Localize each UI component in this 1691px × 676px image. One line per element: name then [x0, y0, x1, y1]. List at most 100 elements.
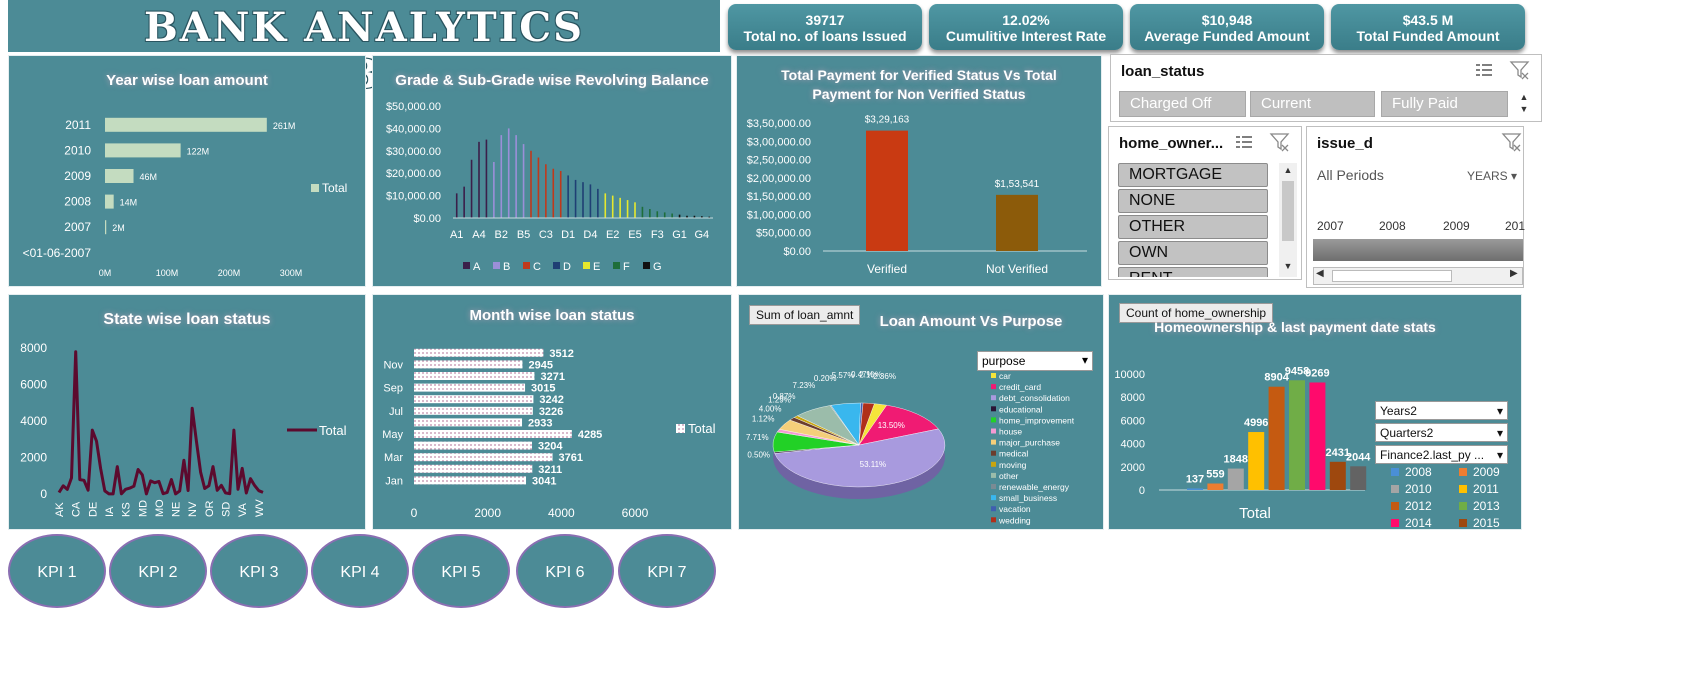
slicer-item-none[interactable]: NONE: [1118, 189, 1268, 213]
bar: [1187, 488, 1203, 490]
filter-last-payment[interactable]: Finance2.last_py ... ▾: [1375, 445, 1508, 464]
kpi-card-interest[interactable]: 12.02% Cumulitive Interest Rate: [929, 4, 1123, 50]
x-tick-label: CA: [71, 501, 83, 517]
legend-swatch: [493, 262, 500, 269]
series-line: [57, 350, 264, 496]
kpi-5-button[interactable]: KPI 5: [412, 534, 510, 608]
slicer-scrollbar[interactable]: ▲ ▼: [1279, 163, 1297, 277]
kpi-2-button[interactable]: KPI 2: [109, 534, 207, 608]
kpi-card-avg-funded[interactable]: $10,948 Average Funded Amount: [1130, 4, 1324, 50]
x-tick-label: A4: [472, 229, 485, 241]
scroll-down-icon[interactable]: ▼: [1281, 261, 1295, 271]
legend-swatch: [523, 262, 530, 269]
kpi-4-button[interactable]: KPI 4: [311, 534, 409, 608]
slicer-item-own[interactable]: OWN: [1118, 241, 1268, 265]
scroll-thumb[interactable]: [1332, 270, 1452, 282]
scroll-thumb[interactable]: [1282, 181, 1294, 241]
year-loan-panel: Year wise loan amount <01-06-2007 2007 2M 2…: [8, 55, 366, 287]
kpi-label: Average Funded Amount: [1144, 28, 1310, 44]
kpi-card-loans[interactable]: 39717 Total no. of loans Issued: [728, 4, 922, 50]
month-panel: Month wise loan status 3041 Jan 3211 3761 Ma…: [372, 294, 732, 530]
slicer-item-rent[interactable]: RENT: [1118, 267, 1268, 277]
data-label: 53.11%: [860, 460, 887, 469]
x-tick-label: NE: [171, 502, 183, 517]
bar: [1268, 386, 1285, 490]
slicer-item-fully-paid[interactable]: Fully Paid: [1381, 91, 1508, 117]
slicer-item-charged-off[interactable]: Charged Off: [1119, 91, 1246, 117]
legend-swatch: [676, 424, 685, 433]
x-tick-label: MD: [137, 500, 149, 517]
bar: [559, 170, 562, 218]
bar: [1207, 483, 1224, 490]
kpi-3-button[interactable]: KPI 3: [210, 534, 308, 608]
legend-swatch: [1391, 485, 1399, 493]
bar: [574, 179, 577, 218]
legend-filter[interactable]: purpose ▾: [977, 351, 1093, 371]
y-tick-label: 2008: [64, 195, 91, 209]
kpi-1-button[interactable]: KPI 1: [8, 534, 106, 608]
kpi-6-button[interactable]: KPI 6: [516, 534, 614, 608]
legend-label: D: [563, 261, 571, 273]
scroll-up-icon[interactable]: ▲: [1281, 165, 1295, 175]
clear-filter-icon[interactable]: [1509, 60, 1531, 80]
x-tick-label: VA: [237, 502, 249, 517]
multi-select-icon[interactable]: [1233, 133, 1255, 151]
x-tick-label: D4: [583, 229, 597, 241]
purpose-chart: 2.36%13.50%53.11%0.50%7.71%1.12%4.00%1.2…: [746, 370, 1075, 525]
y-tick-label: Nov: [383, 359, 403, 371]
slicer-scroll[interactable]: ▲ ▼: [1515, 91, 1533, 117]
bar: [589, 184, 592, 218]
timeline-scrollbar[interactable]: ◀ ▶: [1313, 267, 1523, 285]
legend-swatch: [643, 262, 650, 269]
legend-swatch: [991, 484, 996, 489]
x-tick-label: 2000: [474, 506, 501, 520]
x-axis-label: Total: [1239, 505, 1271, 522]
legend-label: Total: [688, 421, 716, 436]
x-tick-label: SD: [221, 502, 233, 517]
multi-select-icon[interactable]: [1473, 61, 1495, 79]
x-tick-label: MO: [154, 499, 166, 517]
data-label: 2945: [528, 359, 552, 371]
data-label: 7.23%: [793, 381, 816, 390]
grade-chart: $0.00 $10,000.00 $20,000.00 $30,000.00 $40,0…: [386, 101, 713, 273]
data-label: 1.12%: [752, 415, 775, 424]
timeline-unit-select[interactable]: YEARS ▾: [1467, 169, 1517, 183]
data-label: 0.50%: [747, 451, 770, 460]
x-tick-label: Not Verified: [986, 262, 1048, 276]
slicer-title: loan_status: [1121, 63, 1205, 80]
data-label: 2M: [112, 223, 125, 233]
legend-swatch: [991, 495, 996, 501]
legend-label: renewable_energy: [999, 482, 1070, 492]
clear-filter-icon[interactable]: [1501, 132, 1523, 152]
scroll-left-icon[interactable]: ◀: [1316, 268, 1324, 279]
kpi-card-total-funded[interactable]: $43.5 M Total Funded Amount: [1331, 4, 1525, 50]
slicer-item-other[interactable]: OTHER: [1118, 215, 1268, 239]
bar: [493, 162, 495, 218]
legend-label: Total: [319, 423, 347, 438]
data-label: $3,29,163: [865, 115, 910, 126]
slicer-item-current[interactable]: Current: [1250, 91, 1375, 117]
data-label: 137: [1186, 473, 1204, 485]
scroll-right-icon[interactable]: ▶: [1510, 268, 1518, 279]
bar: [641, 206, 644, 218]
slicer-item-mortgage[interactable]: MORTGAGE: [1118, 163, 1268, 187]
legend-swatch: [1391, 502, 1399, 510]
x-tick-label: A1: [450, 229, 463, 241]
x-tick-label: B5: [517, 229, 530, 241]
timeline-bar[interactable]: [1313, 239, 1523, 261]
filter-quarters[interactable]: Quarters2 ▾: [1375, 423, 1508, 442]
y-tick-label: 2011: [65, 118, 91, 132]
clear-filter-icon[interactable]: [1269, 132, 1291, 152]
data-label: 559: [1206, 469, 1224, 481]
timeline-year: 201: [1505, 219, 1526, 233]
data-label: $1,53,541: [995, 179, 1040, 190]
y-tick-label: Sep: [383, 383, 403, 395]
bar: [656, 211, 659, 218]
bar: [414, 395, 534, 404]
legend-label: 2008: [1405, 465, 1432, 479]
verified-chart: $0.00 $50,000.00 $1,00,000.00 $1,50,000.00 $…: [747, 115, 1087, 276]
filter-years[interactable]: Years2 ▾: [1375, 401, 1508, 420]
x-tick-label: D1: [561, 229, 575, 241]
data-label: 4.00%: [759, 405, 782, 414]
kpi-7-button[interactable]: KPI 7: [618, 534, 716, 608]
